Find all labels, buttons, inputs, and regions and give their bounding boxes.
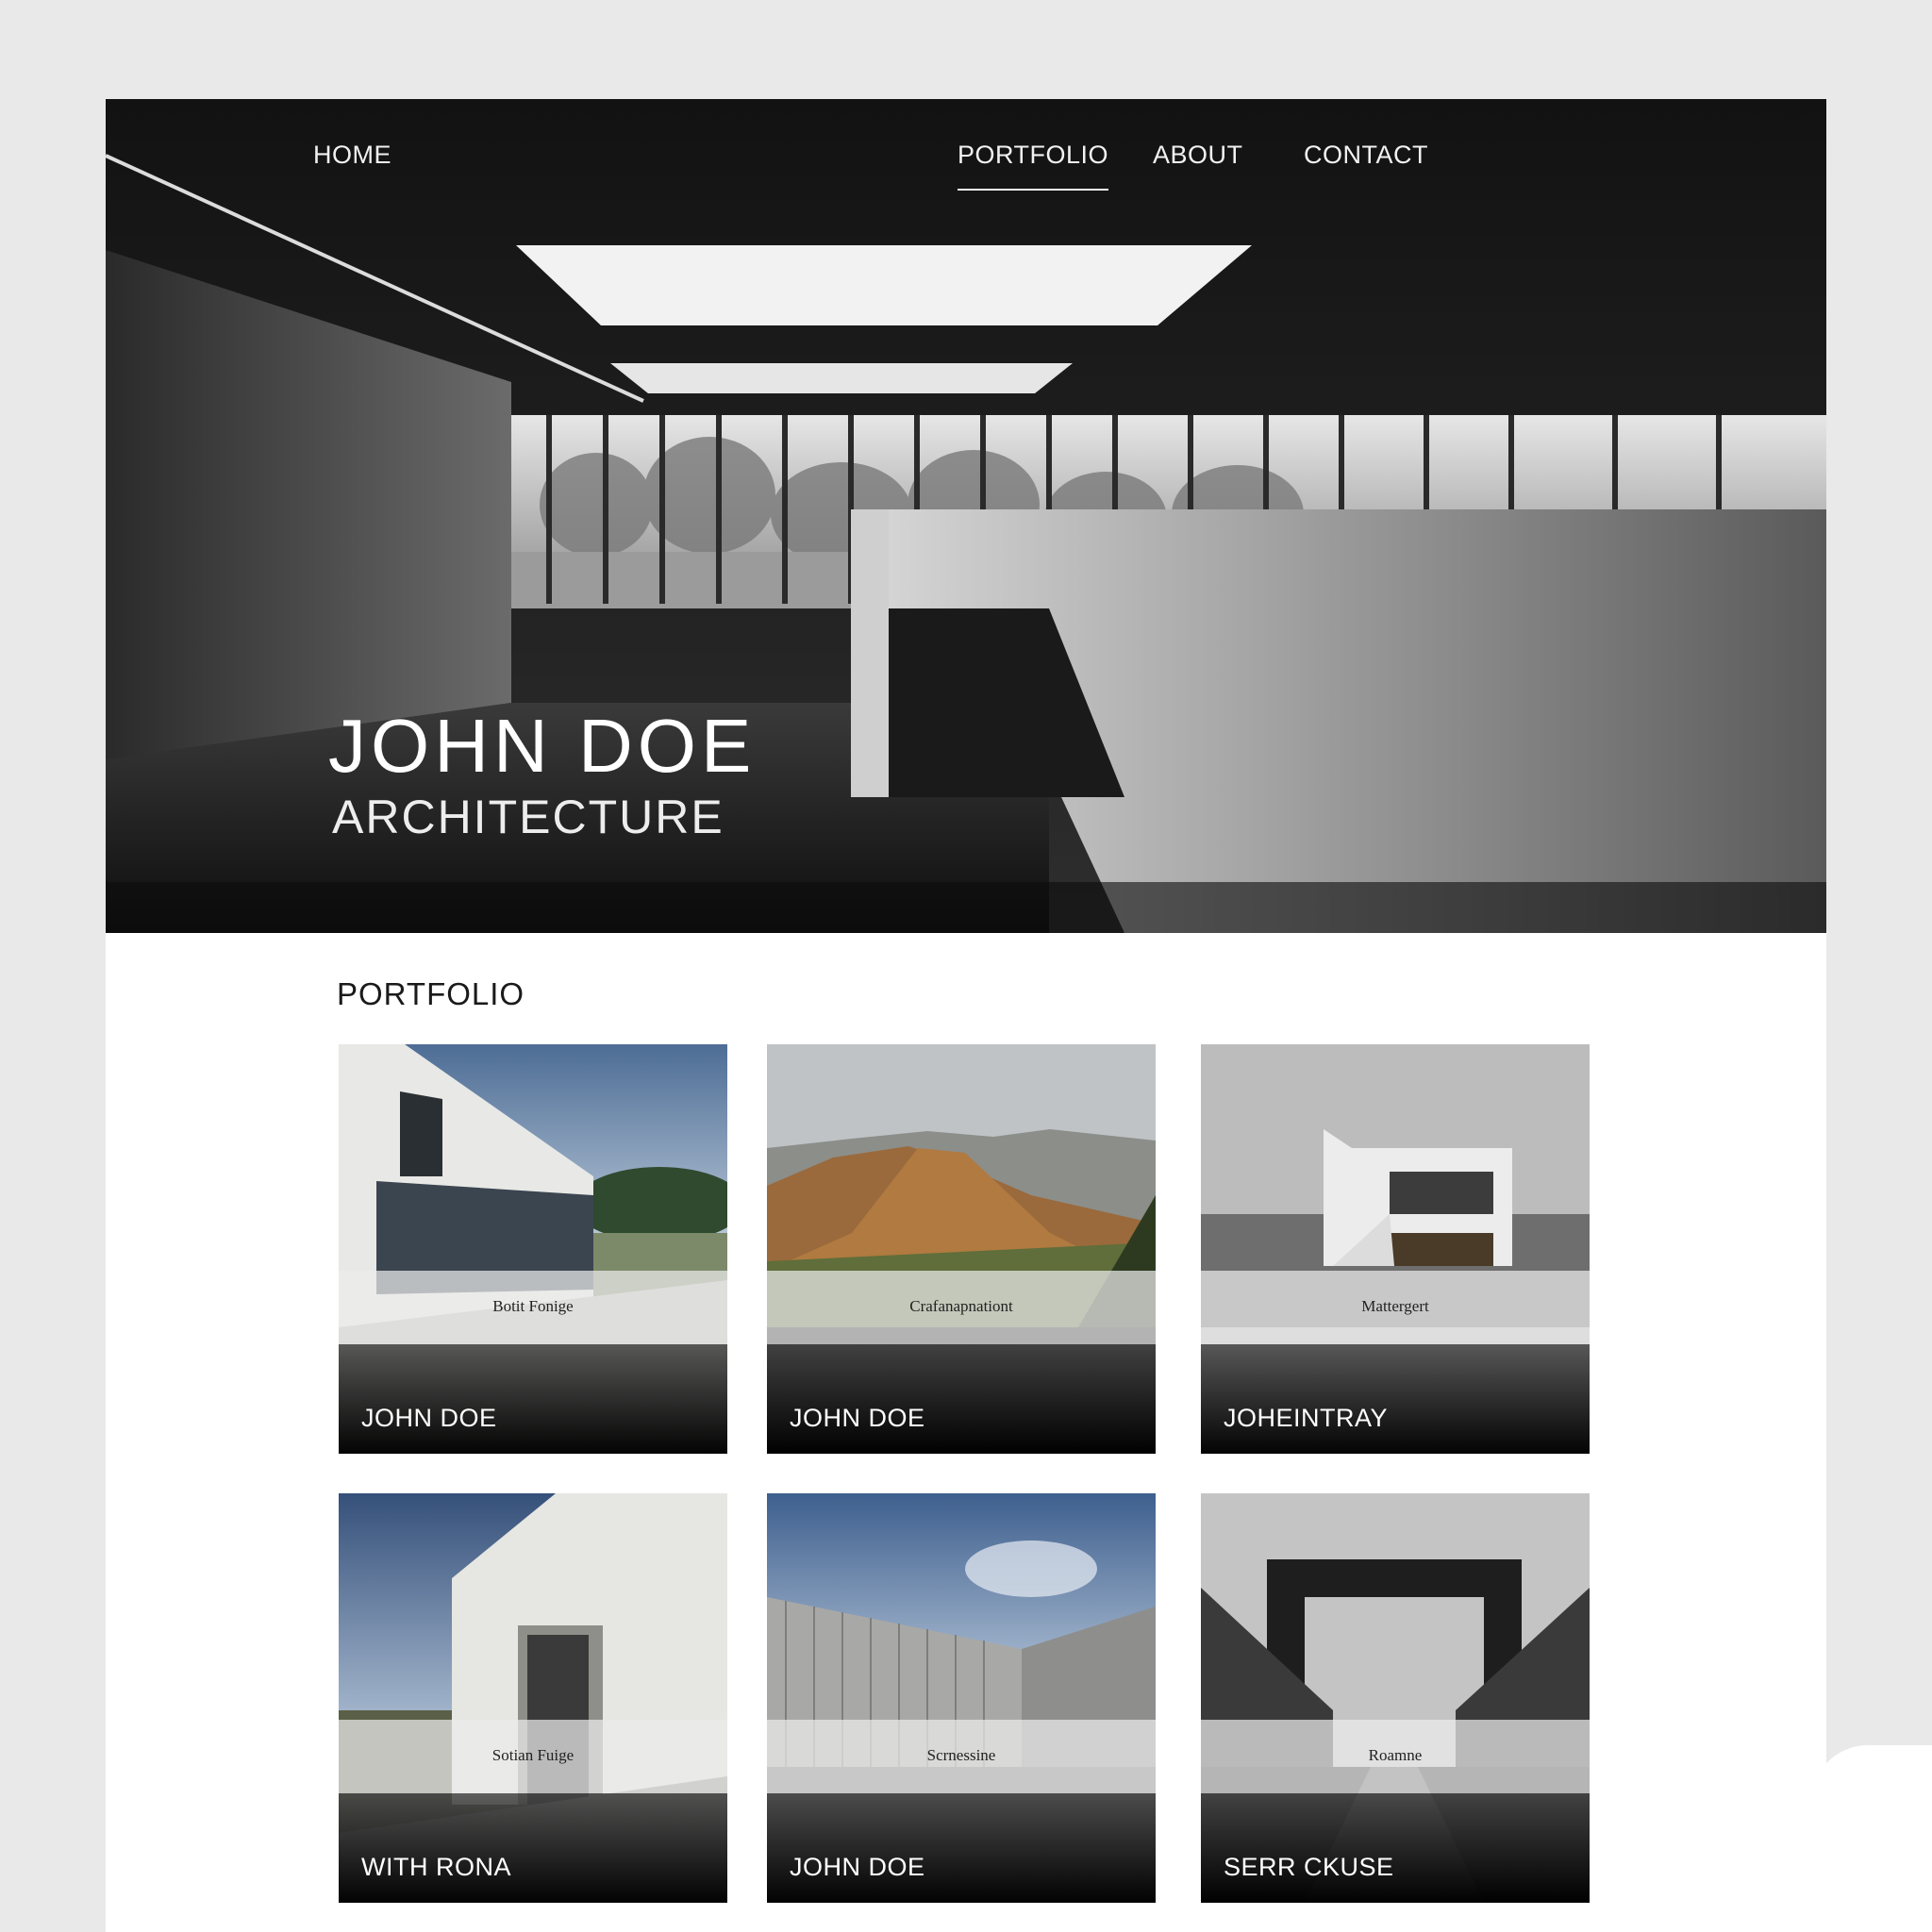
project-caption: Crafanapnationt <box>909 1297 1013 1315</box>
project-caption: Scrnessine <box>926 1746 996 1764</box>
portfolio-card[interactable]: Botit Fonige JOHN DOE <box>339 1044 727 1454</box>
main-nav: HOME PORTFOLIO ABOUT CONTACT <box>106 99 1826 212</box>
project-caption: Botit Fonige <box>492 1297 574 1315</box>
hero-title: JOHN DOE <box>328 704 757 788</box>
project-name: SERR CKUSE <box>1224 1853 1394 1881</box>
portfolio-card[interactable]: Roamne SERR CKUSE <box>1201 1493 1590 1903</box>
nav-about-link[interactable]: ABOUT <box>1153 141 1243 170</box>
hero-subtitle: ARCHITECTURE <box>332 791 724 843</box>
portfolio-heading: PORTFOLIO <box>337 976 525 1011</box>
portfolio-card[interactable]: Crafanapnationt JOHN DOE <box>767 1044 1156 1454</box>
project-caption: Mattergert <box>1361 1297 1429 1315</box>
project-name: JOHEINTRAY <box>1224 1404 1389 1432</box>
project-caption: Sotian Fuige <box>491 1746 575 1764</box>
card-shade <box>1201 1344 1590 1454</box>
portfolio-card[interactable]: Mattergert JOHEINTRAY <box>1201 1044 1590 1454</box>
page: HOME PORTFOLIO ABOUT CONTACT JOHN DOE AR… <box>106 99 1826 1932</box>
card-shade <box>767 1344 1156 1454</box>
nav-portfolio-link[interactable]: PORTFOLIO <box>958 141 1109 191</box>
card-shade <box>767 1793 1156 1903</box>
nav-contact-link[interactable]: CONTACT <box>1304 141 1428 170</box>
project-name: JOHN DOE <box>361 1404 497 1432</box>
decorative-corner <box>1811 1745 1932 1932</box>
card-shade <box>1201 1793 1590 1903</box>
card-shade <box>339 1793 727 1903</box>
project-name: WITH RONA <box>361 1853 511 1881</box>
portfolio-card[interactable]: Sotian Fuige WITH RONA <box>339 1493 727 1903</box>
nav-home-link[interactable]: HOME <box>313 141 391 170</box>
hero-banner: HOME PORTFOLIO ABOUT CONTACT JOHN DOE AR… <box>106 99 1826 933</box>
project-name: JOHN DOE <box>790 1853 925 1881</box>
card-shade <box>339 1344 727 1454</box>
project-caption: Roamne <box>1368 1746 1423 1764</box>
portfolio-card[interactable]: Scrnessine JOHN DOE <box>767 1493 1156 1903</box>
project-name: JOHN DOE <box>790 1404 925 1432</box>
